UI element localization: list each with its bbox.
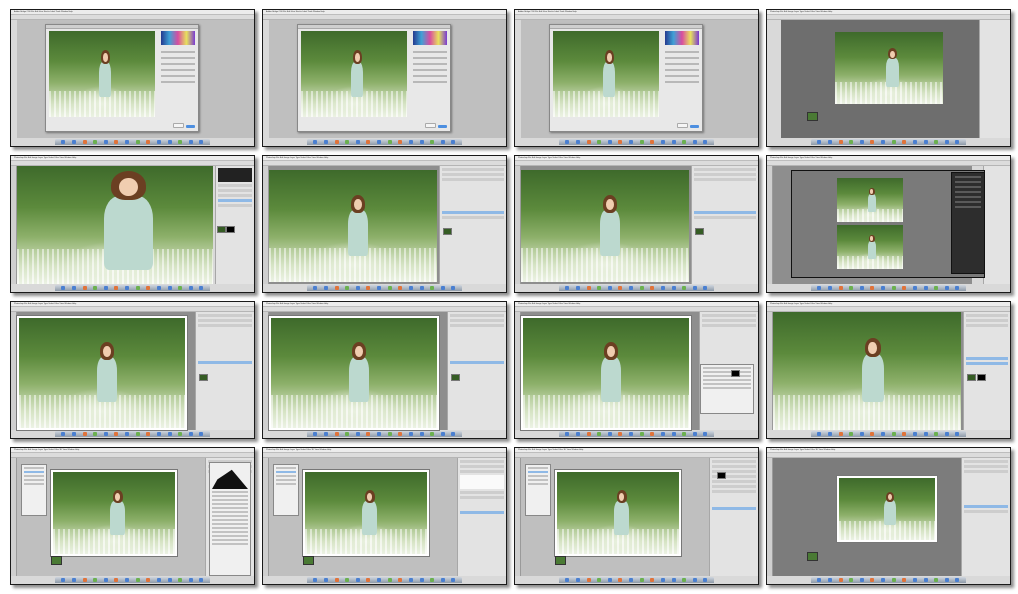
dialog-title-bar xyxy=(46,25,198,29)
ok-button[interactable] xyxy=(186,125,195,128)
photo-canvas xyxy=(773,312,961,430)
thumbnail-8[interactable]: Photoshop File Edit Image Layer Type Sel… xyxy=(766,155,1011,293)
after-preview xyxy=(837,225,903,269)
menu-bar-text: Photoshop File Edit Image Layer Type Sel… xyxy=(770,449,836,451)
photo-canvas xyxy=(269,170,437,282)
thumbnail-13[interactable]: Photoshop File Edit Image Layer Type Sel… xyxy=(10,447,255,585)
menu-bar-text: Photoshop File Edit Image Layer Type Sel… xyxy=(266,449,332,451)
photo-canvas xyxy=(521,316,691,430)
photo-preview xyxy=(49,31,155,117)
menu-bar-text: Photoshop File Edit Image Layer Type Sel… xyxy=(770,11,833,13)
cancel-button[interactable] xyxy=(425,123,436,128)
layer-thumbnail-icon[interactable] xyxy=(807,112,818,121)
camera-raw-dialog xyxy=(549,24,703,132)
menu-bar-text: Adobe Bridge CS6 File Edit View Stacks L… xyxy=(518,11,577,13)
photo-canvas xyxy=(521,170,689,282)
camera-raw-dialog xyxy=(297,24,451,132)
histogram-icon xyxy=(665,31,699,45)
layers-panel[interactable] xyxy=(691,166,758,284)
thumbnail-2[interactable]: Adobe Bridge CS6 File Edit View Stacks L… xyxy=(262,9,507,147)
thumbnail-5[interactable]: Photoshop File Edit Image Layer Type Sel… xyxy=(10,155,255,293)
photo-canvas xyxy=(17,316,187,430)
thumbnail-10[interactable]: Photoshop File Edit Image Layer Type Sel… xyxy=(262,301,507,439)
menu-bar-text: Photoshop File Edit Image Layer Type Sel… xyxy=(770,303,833,305)
menu-bar-text: Photoshop File Edit Image Layer Type Sel… xyxy=(770,157,833,159)
before-preview xyxy=(837,178,903,222)
layers-panel[interactable] xyxy=(215,166,254,284)
ok-button[interactable] xyxy=(690,125,699,128)
menu-bar-text: Photoshop File Edit Image Layer Type Sel… xyxy=(14,157,77,159)
camera-raw-dialog xyxy=(45,24,199,132)
histogram-icon xyxy=(413,31,447,45)
contact-sheet: Adobe Bridge CS6 File Edit View Stacks L… xyxy=(0,0,1018,594)
dock xyxy=(306,139,463,145)
layers-panel[interactable] xyxy=(961,458,1010,576)
thumbnail-16[interactable]: Photoshop File Edit Image Layer Type Sel… xyxy=(766,447,1011,585)
plugin-controls[interactable] xyxy=(951,172,985,274)
adjustments-panel[interactable] xyxy=(457,458,506,576)
file-list-panel[interactable] xyxy=(273,464,299,516)
thumbnail-4[interactable]: Photoshop File Edit Image Layer Type Sel… xyxy=(766,9,1011,147)
histogram-icon xyxy=(212,469,248,489)
histogram-icon xyxy=(161,31,195,45)
menu-bar-text: Photoshop File Edit Image Layer Type Sel… xyxy=(518,303,581,305)
menu-bar-text: Adobe Bridge CS6 File Edit View Stacks L… xyxy=(266,11,325,13)
menu-bar-text: Photoshop File Edit Image Layer Type Sel… xyxy=(14,303,77,305)
thumbnail-11[interactable]: Photoshop File Edit Image Layer Type Sel… xyxy=(514,301,759,439)
menu-bar-text: Photoshop File Edit Image Layer Type Sel… xyxy=(518,449,584,451)
cancel-button[interactable] xyxy=(677,123,688,128)
photo-canvas xyxy=(555,470,681,556)
layers-panel[interactable] xyxy=(439,166,506,284)
dock xyxy=(558,139,715,145)
thumbnail-14[interactable]: Photoshop File Edit Image Layer Type Sel… xyxy=(262,447,507,585)
thumbnail-3[interactable]: Adobe Bridge CS6 File Edit View Stacks L… xyxy=(514,9,759,147)
photo-canvas xyxy=(837,476,937,542)
menu-bar-text: Photoshop File Edit Image Layer Type Sel… xyxy=(266,157,329,159)
layers-panel[interactable] xyxy=(195,312,254,430)
thumbnail-6[interactable]: Photoshop File Edit Image Layer Type Sel… xyxy=(262,155,507,293)
histogram-icon xyxy=(218,168,252,182)
thumbnail-12[interactable]: Photoshop File Edit Image Layer Type Sel… xyxy=(766,301,1011,439)
thumbnail-1[interactable]: Adobe Bridge CS6 File Edit View Stacks L… xyxy=(10,9,255,147)
dock xyxy=(54,139,211,145)
photo-canvas xyxy=(17,166,213,284)
cancel-button[interactable] xyxy=(173,123,184,128)
menu-bar-text: Photoshop File Edit Image Layer Type Sel… xyxy=(518,157,581,159)
photo-canvas xyxy=(51,470,177,556)
thumbnail-7[interactable]: Photoshop File Edit Image Layer Type Sel… xyxy=(514,155,759,293)
menu-bar-text: Photoshop File Edit Image Layer Type Sel… xyxy=(14,449,80,451)
menu-bar-text: Photoshop File Edit Image Layer Type Sel… xyxy=(266,303,329,305)
ok-button[interactable] xyxy=(438,125,447,128)
menu-bar-text: Adobe Bridge CS6 File Edit View Stacks L… xyxy=(14,11,73,13)
file-list-panel[interactable] xyxy=(21,464,47,516)
layers-panel[interactable] xyxy=(963,312,1010,430)
photo-preview xyxy=(301,31,407,117)
apple-dock-icon[interactable] xyxy=(61,140,66,144)
levels-dialog[interactable] xyxy=(209,462,251,576)
file-list-panel[interactable] xyxy=(525,464,551,516)
photo-preview xyxy=(553,31,659,117)
photo-canvas xyxy=(303,470,429,556)
dock xyxy=(810,139,967,145)
thumbnail-15[interactable]: Photoshop File Edit Image Layer Type Sel… xyxy=(514,447,759,585)
photo-canvas xyxy=(269,316,439,430)
thumbnail-9[interactable]: Photoshop File Edit Image Layer Type Sel… xyxy=(10,301,255,439)
layer-style-dialog[interactable] xyxy=(700,364,754,414)
photo-preview xyxy=(835,32,943,104)
layers-panel[interactable] xyxy=(447,312,506,430)
